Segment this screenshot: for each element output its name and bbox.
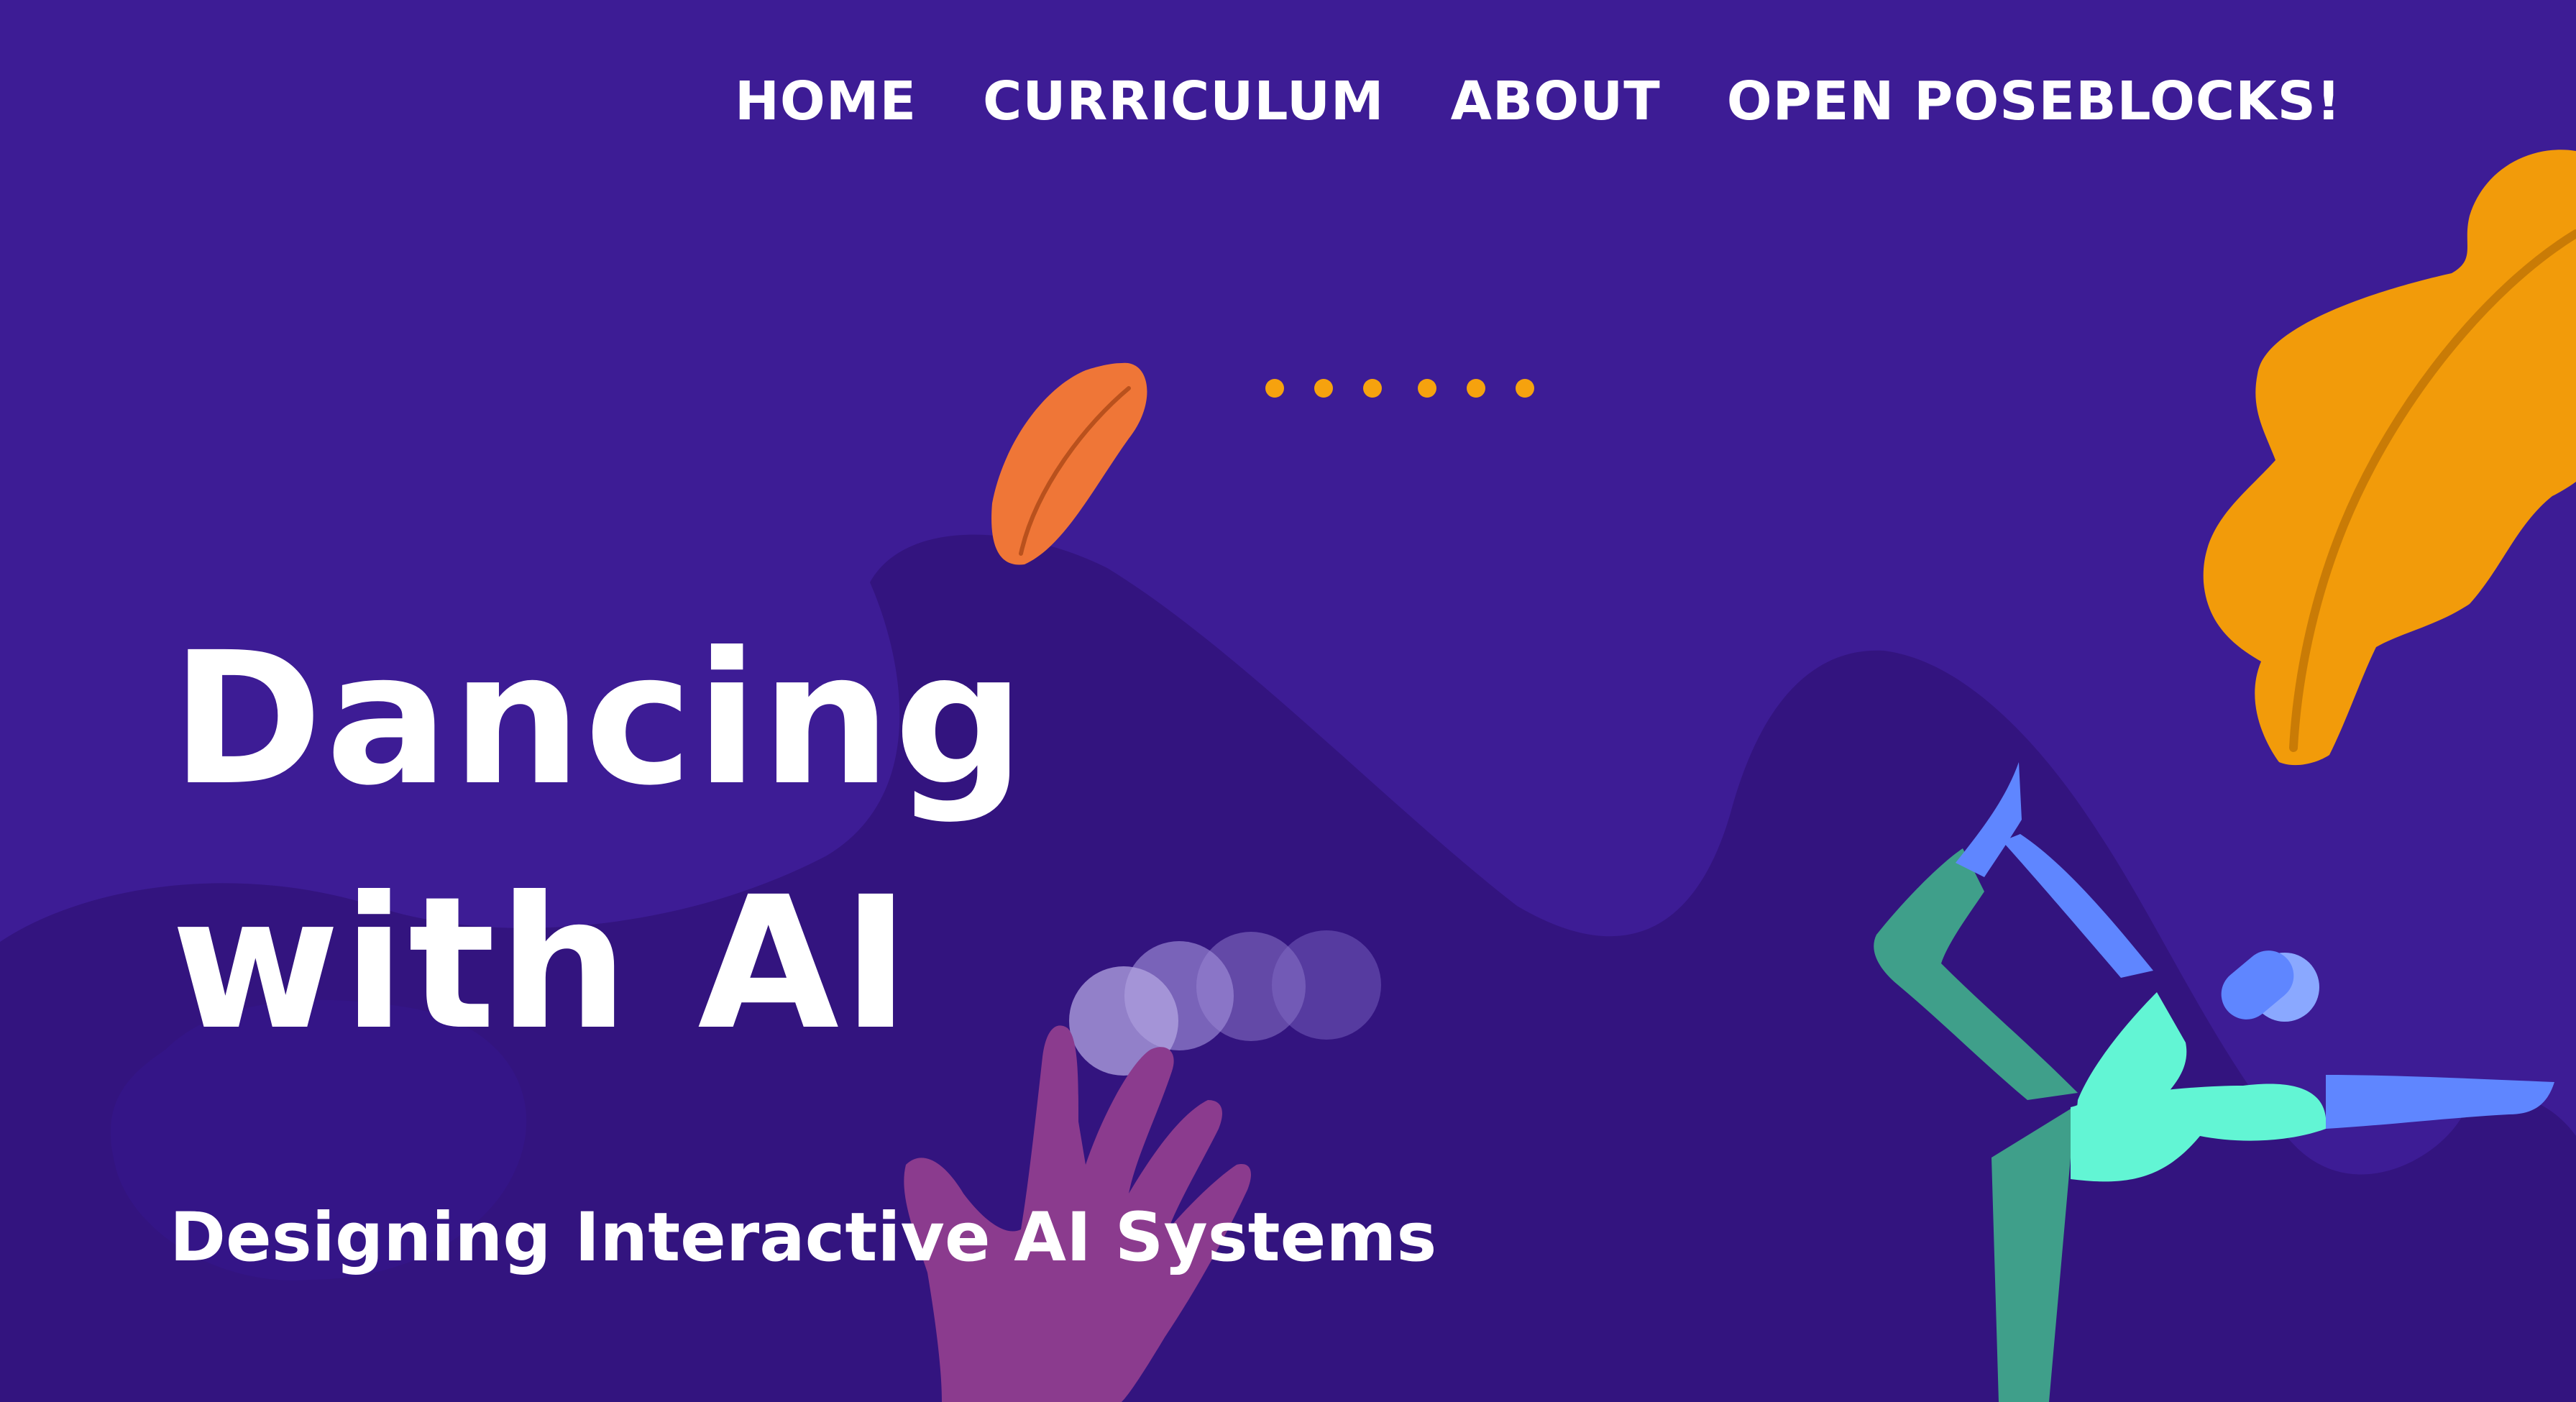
large-leaf <box>2203 150 2576 766</box>
leaf-icon <box>2203 150 2576 766</box>
nav-item-about[interactable]: ABOUT <box>1451 69 1661 134</box>
nav-item-curriculum[interactable]: CURRICULUM <box>983 69 1385 134</box>
loading-dots-icon <box>1265 379 1534 398</box>
nav-item-open-poseblocks[interactable]: OPEN POSEBLOCKS! <box>1727 69 2342 134</box>
nav-item-home[interactable]: HOME <box>735 69 917 134</box>
page-subtitle: Designing Interactive AI Systems <box>170 1199 1437 1277</box>
dancer-head <box>2221 950 2319 1022</box>
page-title-line-2: with AI <box>171 857 913 1070</box>
leaf-icon <box>991 362 1147 565</box>
main-nav: HOME CURRICULUM ABOUT OPEN POSEBLOCKS! <box>735 69 2342 134</box>
page-title-line-1: Dancing <box>171 613 1028 825</box>
landing-page: HOME CURRICULUM ABOUT OPEN POSEBLOCKS! D… <box>0 0 2576 1402</box>
page-title: Dancing with AI <box>171 597 1027 1086</box>
